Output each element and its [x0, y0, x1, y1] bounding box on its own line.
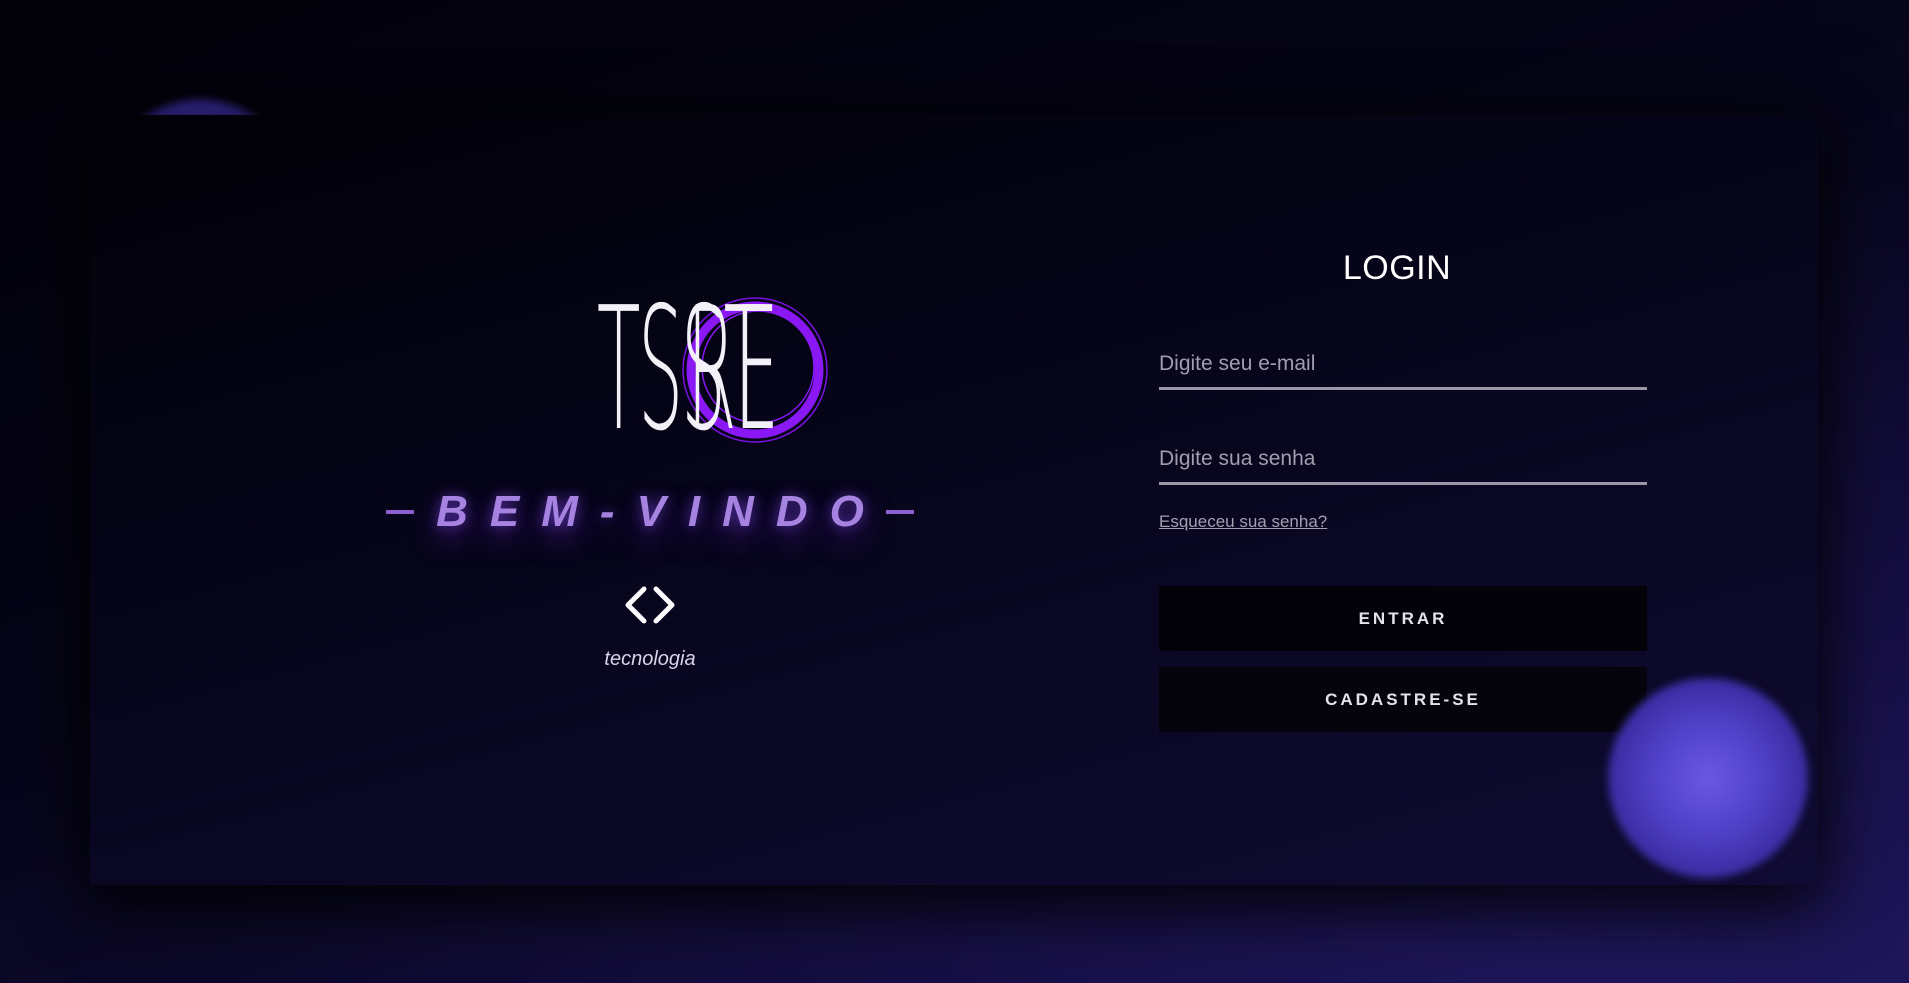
- tsstore-logo: TSST RE: [320, 285, 1000, 455]
- login-title: LOGIN: [1342, 249, 1452, 287]
- enter-button[interactable]: ENTRAR: [1159, 586, 1647, 651]
- logo-text-right: RE: [687, 271, 779, 469]
- welcome-text: BEM-VINDO: [436, 487, 886, 536]
- brand-panel: TSST RE BEM-VINDO tecnologia: [300, 285, 1000, 671]
- password-input[interactable]: [1159, 435, 1647, 482]
- decorative-orb-bottom-right: [1608, 678, 1808, 878]
- login-card: TSST RE BEM-VINDO tecnologia LOGIN Digit…: [90, 115, 1818, 885]
- code-brackets-icon: [625, 586, 675, 624]
- signup-button[interactable]: CADASTRE-SE: [1159, 667, 1647, 732]
- forgot-password-link[interactable]: Esqueceu sua senha?: [1159, 512, 1327, 532]
- email-input[interactable]: [1159, 340, 1647, 387]
- email-field: [1159, 340, 1647, 390]
- welcome-dash-right: [885, 510, 914, 514]
- welcome-dash-left: [386, 510, 415, 514]
- password-field: [1159, 435, 1647, 485]
- welcome-heading: BEM-VINDO: [300, 487, 1000, 537]
- tagline: tecnologia: [604, 648, 696, 670]
